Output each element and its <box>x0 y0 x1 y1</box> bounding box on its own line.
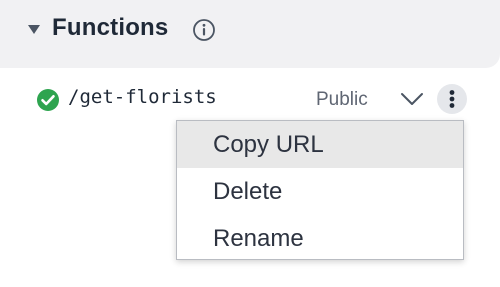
more-options-button[interactable] <box>437 84 467 114</box>
context-menu: Copy URL Delete Rename <box>176 120 464 260</box>
functions-section-header: Functions <box>0 0 500 68</box>
function-row[interactable]: /get-florists Public <box>0 76 500 120</box>
menu-item-rename[interactable]: Rename <box>177 215 463 262</box>
section-title: Functions <box>52 14 169 41</box>
menu-item-delete[interactable]: Delete <box>177 168 463 215</box>
check-circle-icon <box>36 88 60 112</box>
visibility-label: Public <box>316 89 368 110</box>
menu-item-copy-url[interactable]: Copy URL <box>177 121 463 168</box>
chevron-down-icon[interactable] <box>400 91 424 107</box>
info-icon[interactable] <box>192 18 216 42</box>
function-name: /get-florists <box>68 86 217 108</box>
kebab-icon <box>449 90 455 108</box>
collapse-caret-icon[interactable] <box>28 25 40 34</box>
